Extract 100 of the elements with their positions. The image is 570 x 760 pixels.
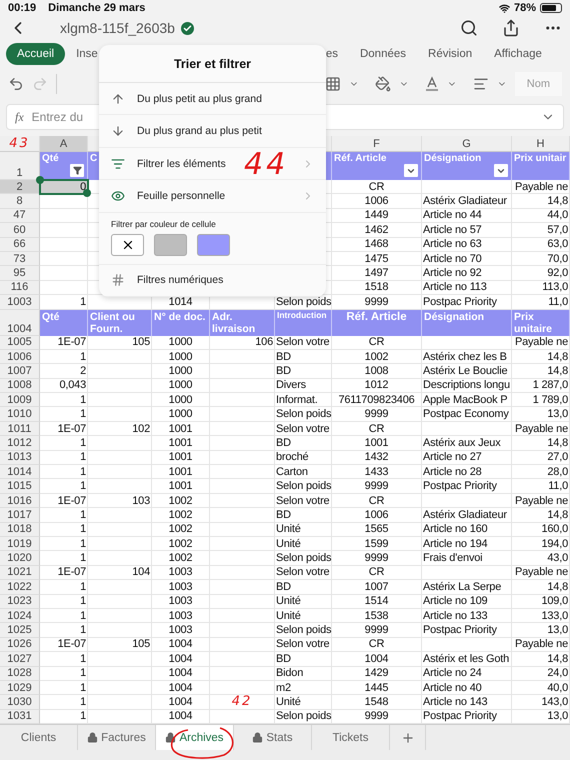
table-cell: BD bbox=[275, 508, 332, 523]
row-number: 1030 bbox=[0, 695, 40, 710]
row-number: 1009 bbox=[0, 393, 40, 408]
ribbon-tab[interactable]: Accueil bbox=[6, 43, 66, 65]
sheet-tab[interactable]: Stats bbox=[234, 725, 312, 750]
table-cell: 1 bbox=[40, 450, 88, 466]
table-cell: Article no 27 bbox=[422, 450, 512, 466]
table-cell: 1548 bbox=[332, 695, 422, 710]
table-cell: 1 bbox=[40, 608, 88, 624]
table-cell: 92,0 bbox=[512, 266, 570, 281]
table-cell: 1008 bbox=[332, 364, 422, 379]
table-cell: 2 bbox=[40, 364, 88, 379]
table-cell: Astérix La Serpe bbox=[422, 580, 512, 595]
table-cell: 1004 bbox=[152, 666, 210, 681]
column-header: Réf. Article bbox=[332, 152, 422, 180]
menu-item[interactable]: Du plus grand au plus petit bbox=[137, 125, 262, 138]
ribbon-tab[interactable]: es bbox=[326, 43, 338, 65]
table-cell: Selon poids bbox=[275, 623, 332, 638]
row-number: 73 bbox=[0, 252, 40, 266]
table-cell: 9999 bbox=[332, 551, 422, 566]
row-number: 1011 bbox=[0, 422, 40, 436]
table-cell: Postpac Priority bbox=[422, 623, 512, 638]
table-cell: 1462 bbox=[332, 223, 422, 238]
table-cell: Selon votre bbox=[275, 638, 332, 652]
table-cell: Unité bbox=[275, 536, 332, 552]
row-number: 1027 bbox=[0, 652, 40, 666]
table-cell: 1 bbox=[40, 580, 88, 595]
menu-item[interactable]: Filtres numériques bbox=[137, 274, 224, 286]
table-cell: 1012 bbox=[332, 378, 422, 394]
menu-item[interactable]: Feuille personnelle bbox=[137, 190, 226, 202]
sheet-tab[interactable]: Tickets bbox=[312, 725, 390, 750]
column-header: Client ou Fourn. bbox=[88, 310, 152, 336]
table-cell: Payable ne bbox=[512, 180, 570, 194]
table-cell: 14,8 bbox=[512, 508, 570, 523]
row-number: 1004 bbox=[0, 310, 40, 336]
menu-item[interactable]: Du plus petit au plus grand bbox=[137, 92, 262, 105]
table-cell: Bidon bbox=[275, 666, 332, 681]
table-cell: 105 bbox=[88, 336, 152, 350]
table-cell: 70,0 bbox=[512, 252, 570, 266]
table-cell: Selon votre bbox=[275, 566, 332, 580]
table-cell: 113,0 bbox=[512, 280, 570, 296]
table-cell: 1475 bbox=[332, 252, 422, 266]
table-cell: Payable ne bbox=[512, 494, 570, 508]
table-cell: CR bbox=[332, 336, 422, 350]
table-cell: 104 bbox=[88, 566, 152, 580]
table-cell: 1002 bbox=[152, 522, 210, 537]
table-cell: 1 bbox=[40, 594, 88, 609]
row-number: 1021 bbox=[0, 566, 40, 580]
table-cell: 1 bbox=[40, 652, 88, 666]
table-cell: BD bbox=[275, 364, 332, 379]
sheet-tab[interactable]: Clients bbox=[0, 725, 78, 750]
table-cell: 7611709823406 bbox=[332, 393, 422, 408]
column-header: Qté bbox=[40, 152, 88, 180]
ribbon-tab[interactable]: Données bbox=[360, 43, 406, 65]
row-number: 1025 bbox=[0, 623, 40, 638]
table-cell: 1E-07 bbox=[40, 638, 88, 652]
sheet-tab[interactable]: Archives bbox=[156, 725, 234, 750]
table-cell: Article no 63 bbox=[422, 238, 512, 252]
table-cell: 1006 bbox=[332, 194, 422, 209]
table-cell: Article no 160 bbox=[422, 522, 512, 537]
table-cell: 1000 bbox=[152, 364, 210, 379]
table-cell: 143,0 bbox=[512, 695, 570, 710]
column-letter[interactable]: H bbox=[512, 136, 570, 152]
table-cell: 57,0 bbox=[512, 223, 570, 238]
column-letter[interactable]: F bbox=[332, 136, 422, 152]
ribbon-tab[interactable]: Inse bbox=[76, 43, 98, 65]
column-letter[interactable]: A bbox=[40, 136, 88, 152]
row-number: 1016 bbox=[0, 494, 40, 508]
row-number: 1029 bbox=[0, 680, 40, 696]
document-title: xlgm8-115f_2603b bbox=[60, 20, 175, 36]
function-label: fx bbox=[15, 110, 24, 124]
table-cell: 1468 bbox=[332, 238, 422, 252]
ribbon-tab[interactable]: Révision bbox=[428, 43, 472, 65]
row-number: 66 bbox=[0, 238, 40, 252]
row-number: 1008 bbox=[0, 378, 40, 394]
corner-cell[interactable]: 43 bbox=[0, 136, 40, 152]
table-cell: 28,0 bbox=[512, 465, 570, 480]
table-cell: 0,043 bbox=[40, 378, 88, 394]
table-cell: 1001 bbox=[332, 436, 422, 451]
column-letter[interactable]: G bbox=[422, 136, 512, 152]
row-number: 2 bbox=[0, 180, 40, 194]
table-cell: 1 bbox=[40, 393, 88, 408]
table-cell: 1001 bbox=[152, 450, 210, 466]
table-cell: Astérix aux Jeux bbox=[422, 436, 512, 451]
ribbon-tab[interactable]: Affichage bbox=[494, 43, 542, 65]
table-cell: 1E-07 bbox=[40, 566, 88, 580]
table-cell: 1000 bbox=[152, 393, 210, 408]
table-cell: Astérix et les Goth bbox=[422, 652, 512, 666]
table-cell: 1E-07 bbox=[40, 336, 88, 350]
row-number: 1018 bbox=[0, 522, 40, 537]
table-cell: 1 bbox=[40, 536, 88, 552]
table-cell: 1003 bbox=[152, 608, 210, 624]
table-cell: BD bbox=[275, 436, 332, 451]
formula-input[interactable]: Entrez du bbox=[32, 110, 88, 124]
clock: 00:19 bbox=[8, 2, 36, 14]
battery-level: 78% bbox=[514, 2, 536, 14]
table-cell: Article no 143 bbox=[422, 695, 512, 710]
table-cell: BD bbox=[275, 652, 332, 666]
handwritten-number: 44 bbox=[244, 150, 288, 180]
table-cell: 1 789,0 bbox=[512, 393, 570, 408]
